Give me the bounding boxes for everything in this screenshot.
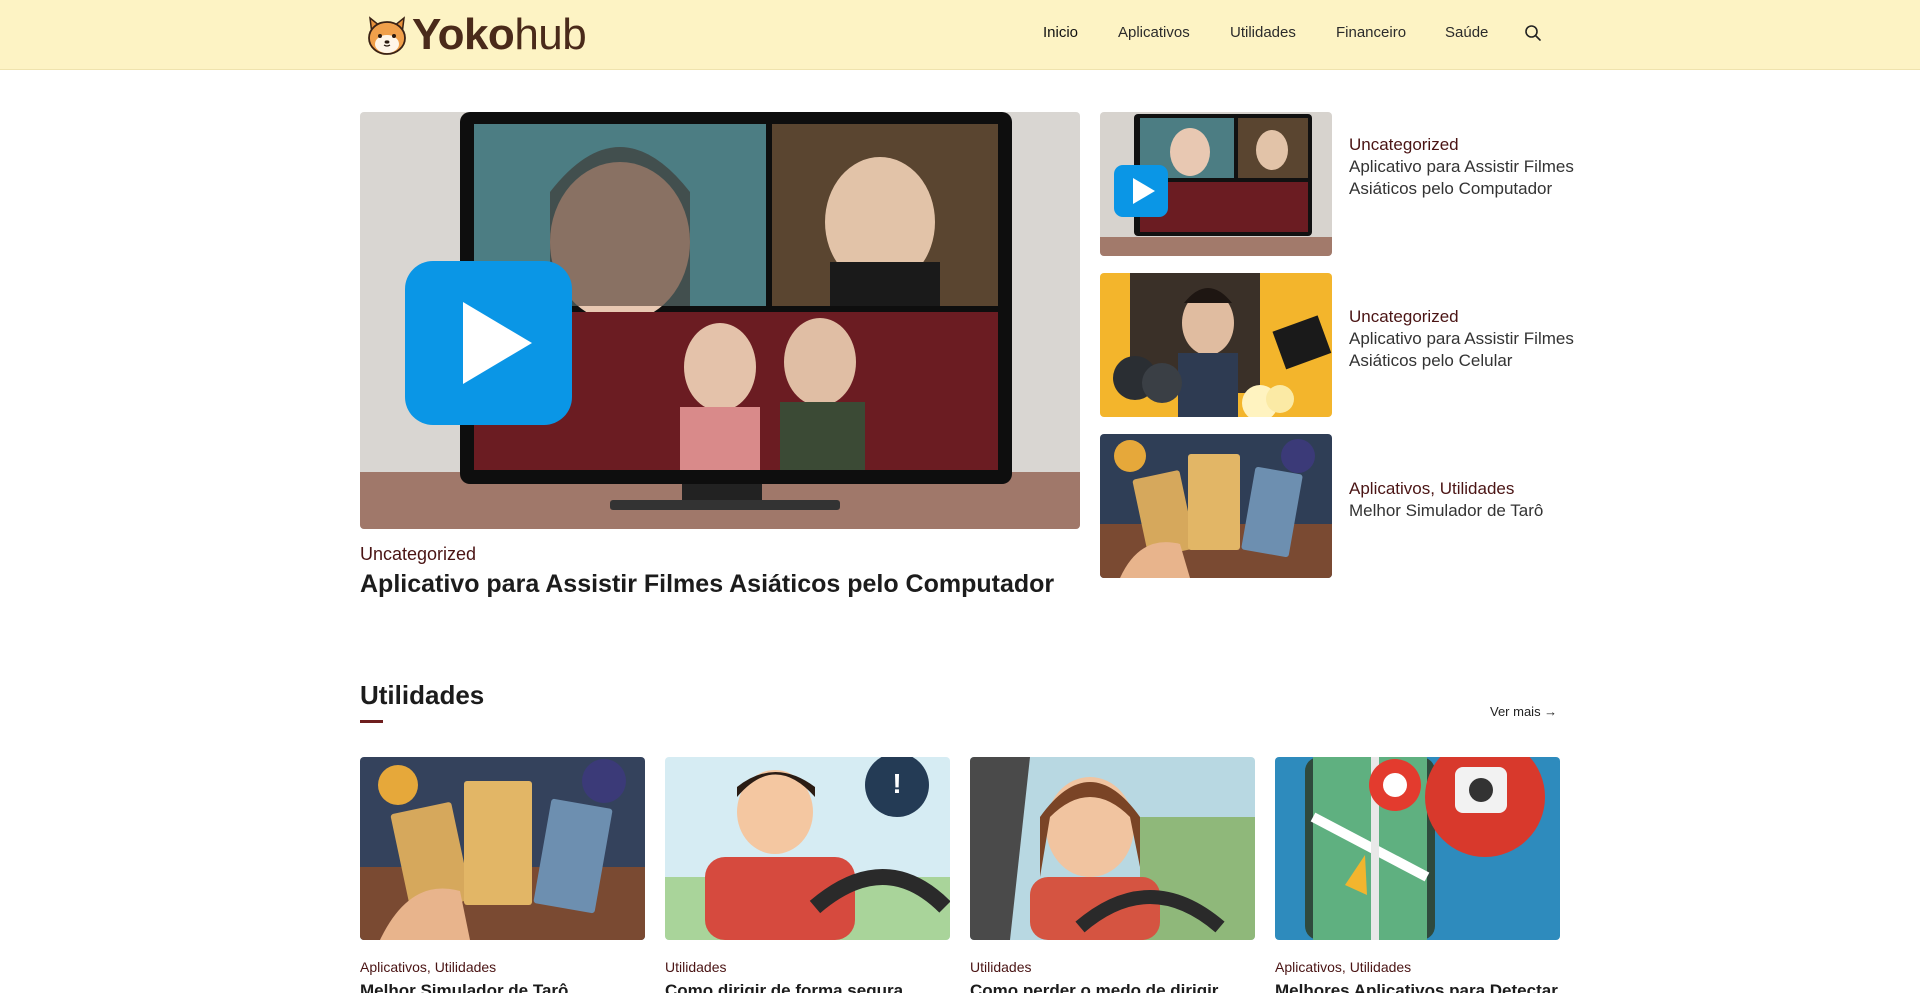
side-post-thumbnail[interactable] [1100, 434, 1332, 578]
nav-item-saude[interactable]: Saúde [1445, 24, 1488, 41]
side-post-1[interactable]: Uncategorized Aplicativo para Assistir F… [1100, 112, 1576, 256]
post-card-category[interactable]: Utilidades [970, 959, 1031, 975]
side-post-title[interactable]: Aplicativo para Assistir Filmes Asiático… [1349, 156, 1581, 200]
post-card-title[interactable]: Como perder o medo de dirigir [970, 981, 1218, 993]
svg-text:!: ! [892, 768, 901, 799]
side-post-category[interactable]: Uncategorized [1349, 134, 1581, 156]
post-card-title[interactable]: Melhores Aplicativos para Detectar [1275, 981, 1558, 993]
post-card-category[interactable]: Utilidades [665, 959, 726, 975]
post-card-thumbnail[interactable]: ! [665, 757, 950, 940]
nav-item-utilidades[interactable]: Utilidades [1230, 24, 1296, 41]
side-post-category[interactable]: Uncategorized [1349, 306, 1581, 328]
logo-text-bold: Yoko [412, 10, 515, 59]
logo-text-light: hub [514, 10, 587, 59]
post-card-2[interactable]: ! Utilidades Como dirigir de forma segur… [665, 757, 950, 993]
post-card-thumbnail[interactable] [360, 757, 645, 940]
side-post-thumbnail[interactable] [1100, 112, 1332, 256]
search-icon[interactable] [1524, 24, 1542, 42]
post-card-title[interactable]: Como dirigir de forma segura [665, 981, 903, 993]
side-post-thumbnail[interactable] [1100, 273, 1332, 417]
nav-item-inicio[interactable]: Inicio [1043, 24, 1078, 41]
section-underline [360, 720, 383, 723]
nav-item-financeiro[interactable]: Financeiro [1336, 24, 1406, 41]
site-logo[interactable]: Yokohub [364, 10, 587, 59]
post-card-4[interactable]: Aplicativos, Utilidades Melhores Aplicat… [1275, 757, 1560, 993]
section-title: Utilidades [360, 680, 485, 710]
post-card-category[interactable]: Aplicativos, Utilidades [1275, 959, 1411, 975]
post-card-thumbnail[interactable] [970, 757, 1255, 940]
side-post-3[interactable]: Aplicativos, Utilidades Melhor Simulador… [1100, 434, 1576, 578]
hero-title[interactable]: Aplicativo para Assistir Filmes Asiático… [360, 570, 1080, 599]
post-card-category[interactable]: Aplicativos, Utilidades [360, 959, 496, 975]
hero-category[interactable]: Uncategorized [360, 544, 476, 565]
side-post-title[interactable]: Aplicativo para Assistir Filmes Asiático… [1349, 328, 1581, 372]
shiba-logo-icon [368, 16, 406, 55]
nav-item-aplicativos[interactable]: Aplicativos [1118, 24, 1190, 41]
site-header: Yokohub Inicio Aplicativos Utilidades Fi… [0, 0, 1920, 70]
side-post-2[interactable]: Uncategorized Aplicativo para Assistir F… [1100, 273, 1576, 417]
post-card-title[interactable]: Melhor Simulador de Tarô [360, 981, 568, 993]
post-card-thumbnail[interactable] [1275, 757, 1560, 940]
side-post-category[interactable]: Aplicativos, Utilidades [1349, 478, 1581, 500]
post-card-1[interactable]: Aplicativos, Utilidades Melhor Simulador… [360, 757, 645, 993]
post-card-3[interactable]: Utilidades Como perder o medo de dirigir [970, 757, 1255, 993]
side-post-title[interactable]: Melhor Simulador de Tarô [1349, 500, 1581, 522]
hero-image[interactable] [360, 112, 1080, 529]
see-more-link[interactable]: Ver mais → [1490, 704, 1557, 719]
